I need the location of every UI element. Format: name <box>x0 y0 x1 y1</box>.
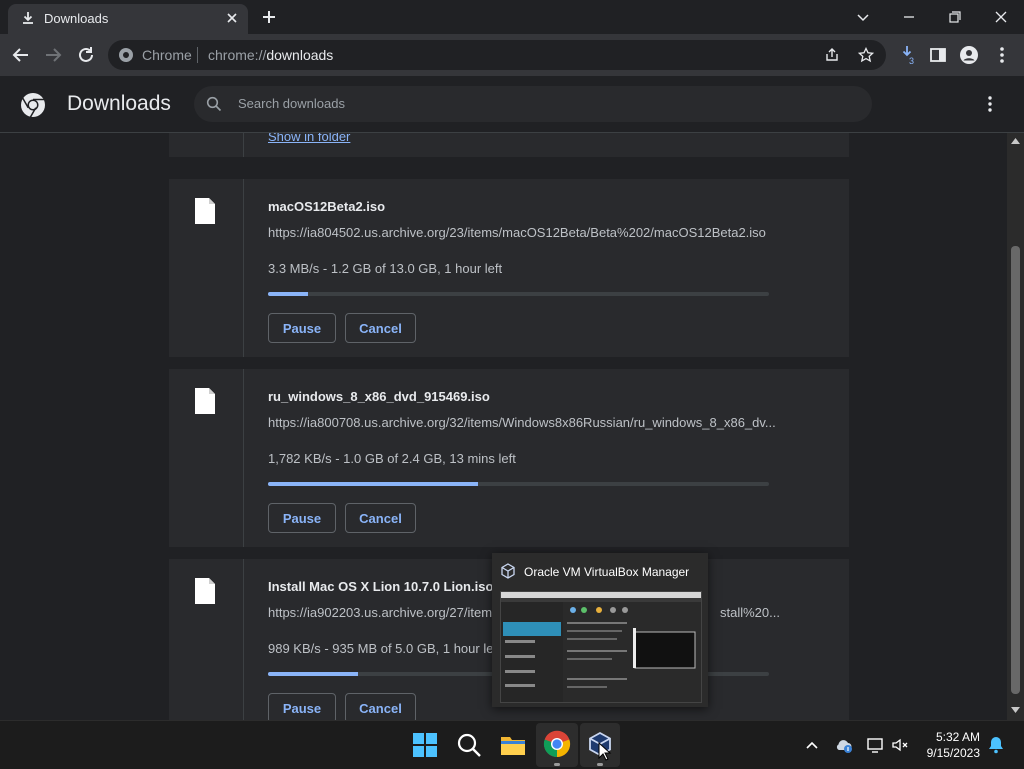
new-tab-button[interactable] <box>258 6 280 28</box>
taskbar: 5:32 AM 9/15/2023 <box>0 720 1024 769</box>
page-title: Downloads <box>67 92 171 115</box>
network-icon[interactable] <box>866 735 886 755</box>
preview-window-title: Oracle VM VirtualBox Manager <box>524 565 690 579</box>
pause-button[interactable]: Pause <box>268 693 336 720</box>
search-placeholder: Search downloads <box>238 96 345 111</box>
omnibox-url[interactable]: chrome://downloads <box>208 47 333 63</box>
file-url-tail[interactable]: stall%20... <box>720 605 780 620</box>
chrome-app-icon <box>543 730 571 758</box>
windows-start-icon[interactable] <box>410 730 440 760</box>
file-name[interactable]: Install Mac OS X Lion 10.7.0 Lion.iso <box>268 579 493 594</box>
cancel-button[interactable]: Cancel <box>345 693 416 720</box>
downloads-toolbar-button[interactable]: 3 <box>898 42 920 68</box>
browser-toolbar: Chrome chrome://downloads 3 <box>0 34 1024 76</box>
file-url[interactable]: https://ia902203.us.archive.org/27/items… <box>268 605 502 620</box>
cancel-button[interactable]: Cancel <box>345 503 416 533</box>
download-card: ru_windows_8_x86_dvd_915469.iso https://… <box>169 369 849 547</box>
pause-button[interactable]: Pause <box>268 313 336 343</box>
scroll-down-arrow-icon[interactable] <box>1011 707 1020 714</box>
download-card: macOS12Beta2.iso https://ia804502.us.arc… <box>169 179 849 357</box>
virtualbox-window-thumbnail <box>500 591 702 703</box>
download-progress-bar <box>268 292 769 296</box>
downloads-header: Downloads Search downloads <box>0 76 1024 133</box>
clock-date[interactable]: 9/15/2023 <box>910 746 980 760</box>
mouse-cursor-icon <box>598 742 612 761</box>
virtualbox-thumbnail-image <box>501 592 701 702</box>
side-panel-icon[interactable] <box>927 44 949 66</box>
file-icon <box>195 578 215 604</box>
download-icon <box>23 12 33 24</box>
file-name[interactable]: macOS12Beta2.iso <box>268 199 385 214</box>
share-icon[interactable] <box>824 47 840 63</box>
cancel-button[interactable]: Cancel <box>345 313 416 343</box>
chrome-menu-icon[interactable] <box>991 44 1013 66</box>
download-status: 989 KB/s - 935 MB of 5.0 GB, 1 hour le <box>268 641 494 656</box>
address-bar[interactable]: Chrome chrome://downloads <box>108 40 886 70</box>
volume-muted-icon[interactable] <box>890 735 910 755</box>
download-status: 3.3 MB/s - 1.2 GB of 13.0 GB, 1 hour lef… <box>268 261 503 276</box>
download-status: 1,782 KB/s - 1.0 GB of 2.4 GB, 13 mins l… <box>268 451 516 466</box>
tab-title: Downloads <box>44 11 109 26</box>
omnibox-chip: Chrome <box>142 47 192 63</box>
virtualbox-running-indicator <box>597 763 603 766</box>
chrome-taskbar-button[interactable] <box>536 723 578 767</box>
reload-button[interactable] <box>75 44 97 66</box>
onedrive-cloud-icon[interactable] <box>834 735 854 755</box>
search-icon <box>206 96 222 112</box>
minimize-button[interactable] <box>898 6 920 28</box>
pause-button[interactable]: Pause <box>268 503 336 533</box>
chrome-site-icon <box>119 48 133 62</box>
taskbar-preview-virtualbox[interactable]: Oracle VM VirtualBox Manager <box>492 553 708 707</box>
close-tab-icon[interactable] <box>224 10 240 26</box>
search-downloads-input[interactable]: Search downloads <box>194 86 872 122</box>
tab-strip: Downloads <box>0 0 1024 34</box>
page-scrollbar[interactable] <box>1007 133 1024 720</box>
forward-button[interactable] <box>42 44 64 66</box>
chrome-running-indicator <box>554 763 560 766</box>
back-button[interactable] <box>10 44 32 66</box>
scroll-up-arrow-icon[interactable] <box>1011 137 1020 144</box>
chrome-logo-icon <box>21 93 45 118</box>
tab-search-chevron-icon[interactable] <box>852 6 874 28</box>
file-icon <box>195 198 215 224</box>
taskbar-search-icon[interactable] <box>454 730 484 760</box>
file-icon <box>195 388 215 414</box>
restore-button[interactable] <box>944 6 966 28</box>
omnibox-separator <box>197 47 198 63</box>
download-progress-bar <box>268 482 769 486</box>
scrollbar-thumb[interactable] <box>1011 246 1020 694</box>
file-url[interactable]: https://ia804502.us.archive.org/23/items… <box>268 225 766 240</box>
bookmark-star-icon[interactable] <box>858 47 874 63</box>
clock-time[interactable]: 5:32 AM <box>920 730 980 744</box>
file-name[interactable]: ru_windows_8_x86_dvd_915469.iso <box>268 389 490 404</box>
virtualbox-icon <box>501 563 515 579</box>
notification-bell-icon[interactable] <box>986 735 1006 755</box>
show-in-folder-link[interactable]: Show in folder <box>268 133 350 144</box>
file-url[interactable]: https://ia800708.us.archive.org/32/items… <box>268 415 776 430</box>
tab-downloads[interactable]: Downloads <box>8 4 248 34</box>
downloads-more-actions-icon[interactable] <box>980 94 1000 114</box>
downloads-count-badge: 3 <box>909 56 915 66</box>
file-explorer-icon[interactable] <box>498 730 528 760</box>
profile-avatar-icon[interactable] <box>958 44 980 66</box>
close-window-button[interactable] <box>990 6 1012 28</box>
show-hidden-icons-chevron[interactable] <box>802 735 822 755</box>
